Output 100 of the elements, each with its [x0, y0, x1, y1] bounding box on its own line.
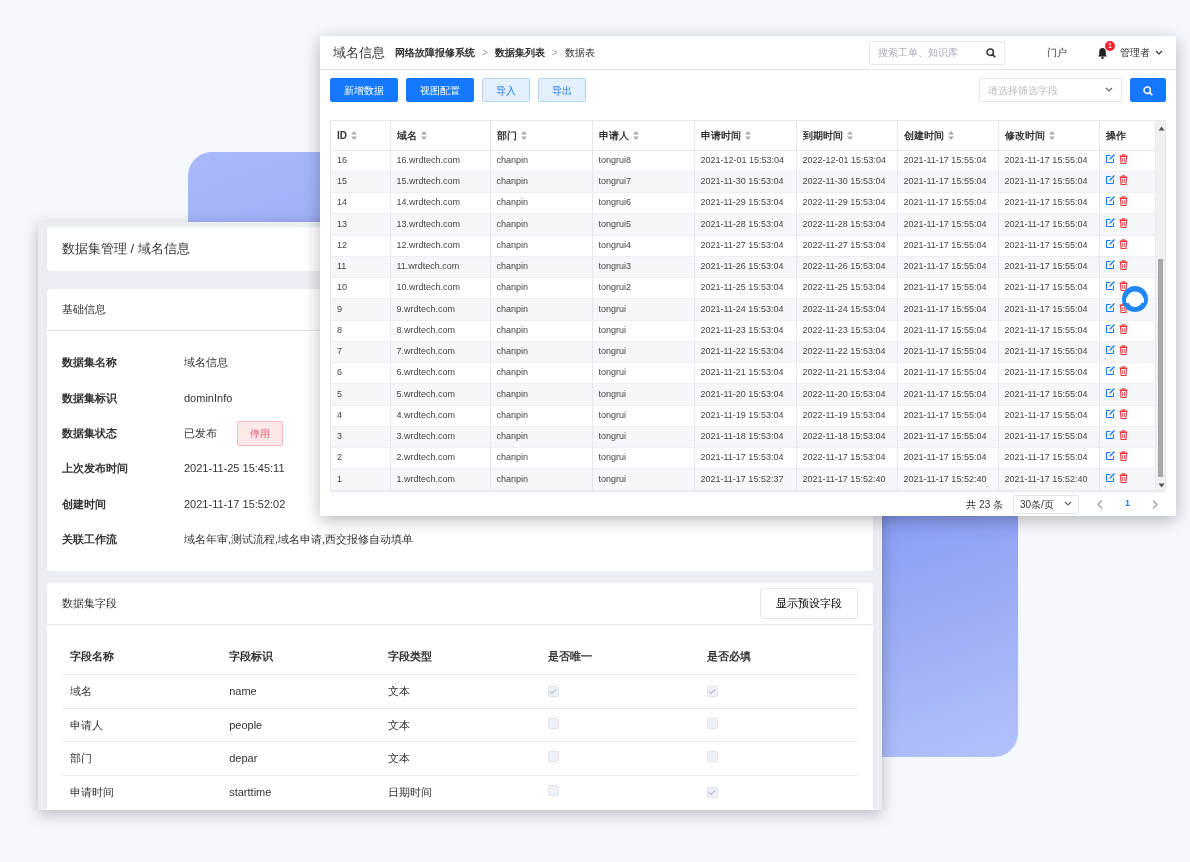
table-cell: 2021-11-17 15:55:04 — [1004, 218, 1088, 229]
edit-icon[interactable] — [1105, 260, 1115, 270]
previous-page-icon[interactable] — [1097, 499, 1103, 509]
table-cell: 6 — [337, 367, 342, 378]
edit-icon[interactable] — [1105, 281, 1115, 291]
table-cell: 15 — [337, 176, 347, 187]
support-icon[interactable] — [1122, 286, 1148, 312]
edit-icon[interactable] — [1105, 238, 1115, 248]
edit-icon[interactable] — [1105, 153, 1115, 163]
table-cell: 2021-11-17 15:55:04 — [1004, 282, 1088, 293]
table-cell: 12.wrdtech.com — [396, 239, 461, 250]
checkbox[interactable] — [706, 787, 718, 799]
edit-icon[interactable] — [1105, 430, 1115, 440]
delete-icon[interactable] — [1118, 153, 1128, 164]
column-header[interactable]: 创建时间 — [903, 127, 954, 143]
column-header[interactable]: ID — [337, 127, 357, 143]
table-cell: 2021-11-22 15:53:04 — [700, 346, 784, 357]
checkbox[interactable] — [547, 785, 559, 797]
column-header[interactable]: 申请时间 — [700, 127, 751, 143]
delete-icon[interactable] — [1118, 260, 1128, 271]
page-size-select[interactable]: 30条/页 — [1013, 494, 1079, 514]
column-header[interactable]: 部门 — [496, 127, 527, 143]
edit-icon[interactable] — [1105, 408, 1115, 418]
checkbox[interactable] — [706, 717, 718, 729]
scrollbar[interactable] — [1155, 121, 1165, 491]
delete-icon[interactable] — [1118, 430, 1128, 441]
column-header: 操作 — [1105, 128, 1126, 143]
next-page-icon[interactable] — [1152, 499, 1158, 509]
toolbar-button[interactable]: 导出 — [538, 78, 586, 102]
table-cell: tongrui4 — [598, 239, 632, 250]
edit-icon[interactable] — [1105, 323, 1115, 333]
sort-icon — [947, 130, 954, 140]
delete-icon[interactable] — [1118, 217, 1128, 228]
table-cell: 2021-12-01 15:53:04 — [700, 154, 785, 165]
table-cell: depar — [229, 752, 258, 765]
toolbar-button[interactable]: 新增数据 — [330, 78, 398, 102]
table-cell: 2021-11-17 15:55:04 — [903, 388, 987, 399]
table-cell: tongrui — [598, 367, 627, 378]
card-title: 数据集字段 — [62, 596, 117, 612]
checkbox[interactable] — [547, 717, 559, 729]
field-value: 2021-11-17 15:52:02 — [184, 496, 286, 512]
column-header[interactable]: 到期时间 — [802, 127, 853, 143]
table-cell: 2021-11-17 15:55:04 — [903, 324, 987, 335]
column-header[interactable]: 修改时间 — [1004, 127, 1055, 143]
edit-icon[interactable] — [1105, 451, 1115, 461]
delete-icon[interactable] — [1118, 196, 1128, 207]
table-cell: 2022-11-28 15:53:04 — [802, 218, 886, 229]
table-cell: 4 — [337, 409, 342, 420]
delete-icon[interactable] — [1118, 387, 1128, 398]
column-header[interactable]: 域名 — [396, 127, 427, 143]
field-label: 创建时间 — [62, 496, 107, 512]
field-value: dominInfo — [184, 390, 233, 406]
table-cell: 2021-11-17 15:55:04 — [1004, 303, 1088, 314]
breadcrumb-link[interactable]: 数据集列表 — [494, 45, 545, 60]
delete-icon[interactable] — [1118, 238, 1128, 249]
delete-icon[interactable] — [1118, 451, 1128, 462]
checkbox[interactable] — [706, 751, 718, 763]
toolbar-button[interactable]: 视图配置 — [406, 78, 474, 102]
column-header: 是否唯一 — [547, 650, 592, 663]
edit-icon[interactable] — [1105, 387, 1115, 397]
table-cell: 文本 — [388, 685, 411, 698]
search-button[interactable] — [1130, 78, 1166, 102]
delete-icon[interactable] — [1118, 175, 1128, 186]
checkbox[interactable] — [706, 686, 718, 698]
table-cell: chanpin — [496, 176, 529, 187]
table-cell: 2021-11-17 15:55:04 — [1004, 324, 1088, 335]
checkbox[interactable] — [547, 751, 559, 763]
edit-icon[interactable] — [1105, 302, 1115, 312]
edit-icon[interactable] — [1105, 366, 1115, 376]
delete-icon[interactable] — [1118, 345, 1128, 356]
table-cell: chanpin — [496, 239, 529, 250]
delete-icon[interactable] — [1118, 281, 1128, 292]
table-cell: 2022-11-20 15:53:04 — [802, 388, 886, 399]
delete-icon[interactable] — [1118, 366, 1128, 377]
notification-count: 1 — [1105, 40, 1115, 51]
checkbox[interactable] — [547, 686, 559, 698]
delete-icon[interactable] — [1118, 323, 1128, 334]
page-number[interactable]: 1 — [1125, 497, 1130, 511]
table-cell: 2021-11-17 15:55:04 — [903, 218, 987, 229]
field-label: 数据集状态 — [62, 426, 118, 441]
delete-icon[interactable] — [1118, 408, 1128, 419]
table-cell: 文本 — [388, 718, 411, 731]
breadcrumb-link[interactable]: 网络故障报修系统 — [395, 45, 475, 60]
edit-icon[interactable] — [1105, 217, 1115, 227]
user-menu[interactable]: 管理者 — [1120, 45, 1150, 60]
table-cell: tongrui2 — [598, 282, 632, 293]
edit-icon[interactable] — [1105, 196, 1115, 206]
table-cell: chanpin — [496, 409, 529, 420]
column-header[interactable]: 申请人 — [598, 127, 639, 143]
table-cell: 2021-11-17 15:55:04 — [1004, 452, 1088, 463]
edit-icon[interactable] — [1105, 472, 1115, 482]
portal-link[interactable]: 门户 — [1047, 45, 1067, 60]
bell-icon[interactable] — [1097, 46, 1108, 59]
delete-icon[interactable] — [1118, 472, 1128, 483]
table-cell: 2021-11-17 15:55:04 — [1004, 431, 1088, 442]
edit-icon[interactable] — [1105, 175, 1115, 185]
edit-icon[interactable] — [1105, 345, 1115, 355]
table-cell: 申请时间 — [70, 786, 114, 799]
show-preset-button[interactable]: 显示预设字段 — [760, 588, 858, 619]
toolbar-button[interactable]: 导入 — [482, 78, 530, 102]
